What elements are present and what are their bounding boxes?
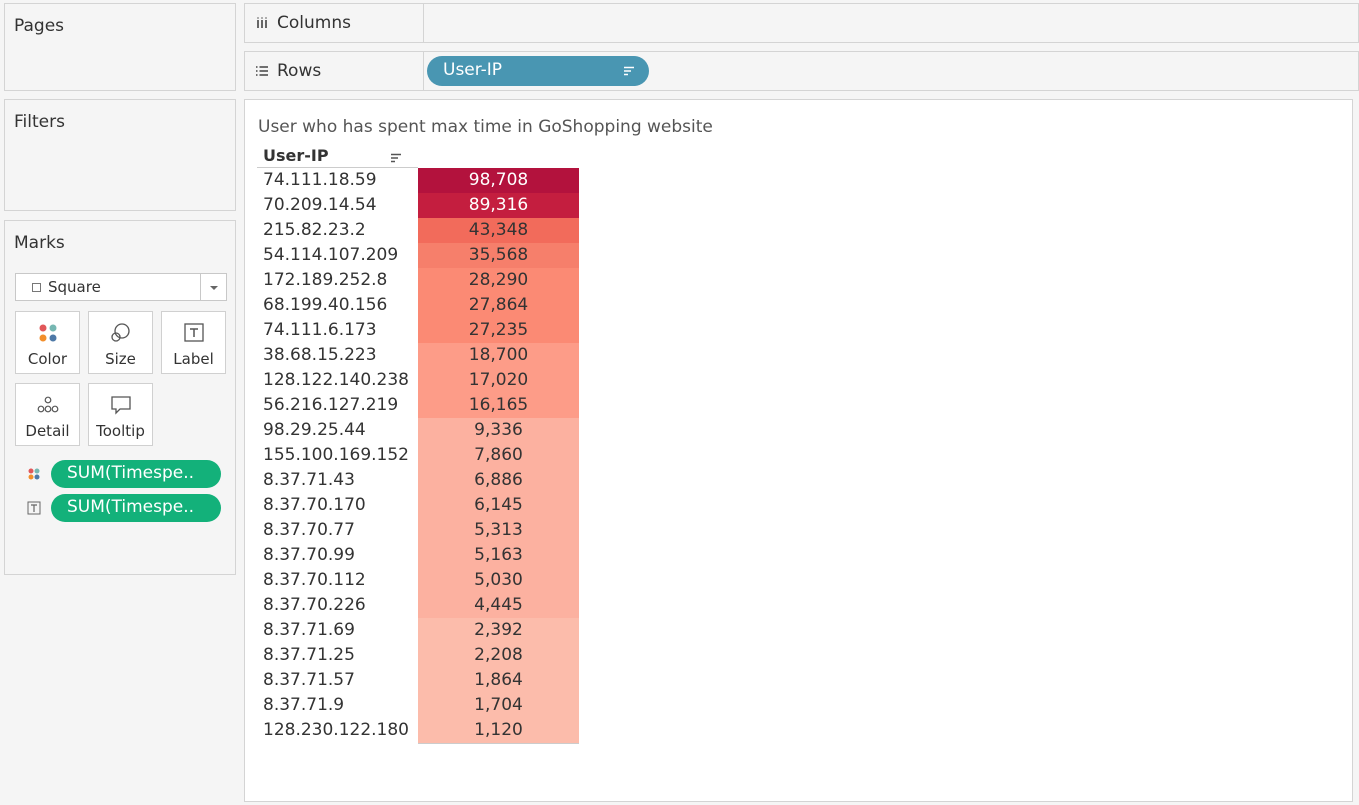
- sheet-title: User who has spent max time in GoShoppin…: [258, 117, 713, 137]
- timespent-cell[interactable]: 28,290: [418, 268, 579, 293]
- timespent-cell[interactable]: 35,568: [418, 243, 579, 268]
- user-ip-label[interactable]: 70.209.14.54: [263, 195, 377, 215]
- rows-label-text: Rows: [277, 61, 322, 81]
- user-ip-label[interactable]: 56.216.127.219: [263, 395, 398, 415]
- pages-card[interactable]: Pages: [4, 3, 236, 91]
- text-label-icon: [183, 323, 204, 342]
- color-icon: [39, 324, 56, 342]
- timespent-cell[interactable]: 16,165: [418, 393, 579, 418]
- marks-title: Marks: [14, 233, 65, 253]
- color-dots-icon: [28, 468, 40, 480]
- timespent-cell[interactable]: 98,708: [418, 168, 579, 193]
- header-divider: [257, 167, 418, 168]
- timespent-cell[interactable]: 5,163: [418, 543, 579, 568]
- user-ip-label[interactable]: 74.111.6.173: [263, 320, 377, 340]
- timespent-cell[interactable]: 2,208: [418, 643, 579, 668]
- mark-type-label: Square: [48, 278, 101, 296]
- label-measure-pill[interactable]: SUM(Timespe..: [51, 494, 221, 522]
- timespent-cell[interactable]: 1,120: [418, 718, 579, 743]
- mark-type-dropdown[interactable]: Square: [15, 273, 227, 301]
- user-ip-label[interactable]: 128.230.122.180: [263, 720, 409, 740]
- timespent-cell[interactable]: 2,392: [418, 618, 579, 643]
- timespent-cell[interactable]: 5,313: [418, 518, 579, 543]
- size-button-label: Size: [105, 350, 136, 368]
- timespent-cell[interactable]: 27,235: [418, 318, 579, 343]
- user-ip-label[interactable]: 128.122.140.238: [263, 370, 409, 390]
- user-ip-label[interactable]: 8.37.70.170: [263, 495, 366, 515]
- user-ip-label[interactable]: 8.37.70.99: [263, 545, 355, 565]
- user-ip-label[interactable]: 74.111.18.59: [263, 170, 377, 190]
- user-ip-label[interactable]: 215.82.23.2: [263, 220, 366, 240]
- timespent-cell[interactable]: 9,336: [418, 418, 579, 443]
- label-button-label: Label: [173, 350, 214, 368]
- size-button[interactable]: Size: [88, 311, 153, 374]
- row-header-user-ip[interactable]: User-IP: [263, 146, 329, 165]
- user-ip-label[interactable]: 54.114.107.209: [263, 245, 398, 265]
- sort-descending-icon[interactable]: [623, 66, 635, 76]
- user-ip-label[interactable]: 68.199.40.156: [263, 295, 387, 315]
- user-ip-row-pill[interactable]: User-IP: [427, 56, 649, 86]
- color-measure-pill[interactable]: SUM(Timespe..: [51, 460, 221, 488]
- detail-button[interactable]: Detail: [15, 383, 80, 446]
- timespent-cell[interactable]: 17,020: [418, 368, 579, 393]
- color-button-label: Color: [27, 350, 68, 368]
- timespent-cell[interactable]: 1,704: [418, 693, 579, 718]
- user-ip-label[interactable]: 155.100.169.152: [263, 445, 409, 465]
- timespent-cell[interactable]: 43,348: [418, 218, 579, 243]
- user-ip-label[interactable]: 8.37.70.226: [263, 595, 366, 615]
- timespent-cell[interactable]: 6,145: [418, 493, 579, 518]
- tooltip-button[interactable]: Tooltip: [88, 383, 153, 446]
- timespent-cell[interactable]: 5,030: [418, 568, 579, 593]
- pages-title: Pages: [14, 16, 65, 36]
- columns-shelf-label: Columns: [245, 4, 424, 42]
- rows-shelf[interactable]: Rows User-IP: [244, 51, 1359, 91]
- timespent-cell[interactable]: 4,445: [418, 593, 579, 618]
- label-button[interactable]: Label: [161, 311, 226, 374]
- filters-card[interactable]: Filters: [4, 99, 236, 211]
- tooltip-button-label: Tooltip: [96, 422, 145, 440]
- user-ip-label[interactable]: 172.189.252.8: [263, 270, 387, 290]
- detail-icon: [37, 396, 58, 413]
- user-ip-label[interactable]: 8.37.71.43: [263, 470, 355, 490]
- timespent-cell[interactable]: 7,860: [418, 443, 579, 468]
- user-ip-label[interactable]: 8.37.71.25: [263, 645, 355, 665]
- columns-label-text: Columns: [277, 13, 351, 33]
- columns-shelf[interactable]: Columns: [244, 3, 1359, 43]
- detail-button-label: Detail: [25, 422, 70, 440]
- columns-icon: [257, 17, 267, 28]
- filters-title: Filters: [14, 112, 65, 132]
- timespent-cell[interactable]: 27,864: [418, 293, 579, 318]
- timespent-cell[interactable]: 89,316: [418, 193, 579, 218]
- color-button[interactable]: Color: [15, 311, 80, 374]
- marks-card: Marks Square Color Size Label Detail Too…: [4, 220, 236, 575]
- rows-icon: [256, 66, 268, 76]
- table-bottom-divider: [418, 743, 579, 744]
- size-icon: [110, 323, 130, 342]
- sort-descending-icon[interactable]: [390, 153, 402, 163]
- rows-shelf-label: Rows: [245, 52, 424, 90]
- user-ip-label[interactable]: 8.37.71.57: [263, 670, 355, 690]
- user-ip-pill-label: User-IP: [443, 60, 503, 80]
- user-ip-label[interactable]: 38.68.15.223: [263, 345, 377, 365]
- square-mark-icon: [32, 283, 41, 292]
- user-ip-label[interactable]: 98.29.25.44: [263, 420, 366, 440]
- timespent-cell[interactable]: 18,700: [418, 343, 579, 368]
- timespent-cell[interactable]: 6,886: [418, 468, 579, 493]
- view-canvas: User who has spent max time in GoShoppin…: [244, 99, 1353, 802]
- user-ip-label[interactable]: 8.37.70.112: [263, 570, 366, 590]
- tooltip-icon: [110, 396, 131, 415]
- text-label-icon: [27, 501, 41, 515]
- user-ip-label[interactable]: 8.37.71.69: [263, 620, 355, 640]
- timespent-cell[interactable]: 1,864: [418, 668, 579, 693]
- user-ip-label[interactable]: 8.37.71.9: [263, 695, 344, 715]
- chevron-down-icon[interactable]: [200, 274, 226, 300]
- user-ip-label[interactable]: 8.37.70.77: [263, 520, 355, 540]
